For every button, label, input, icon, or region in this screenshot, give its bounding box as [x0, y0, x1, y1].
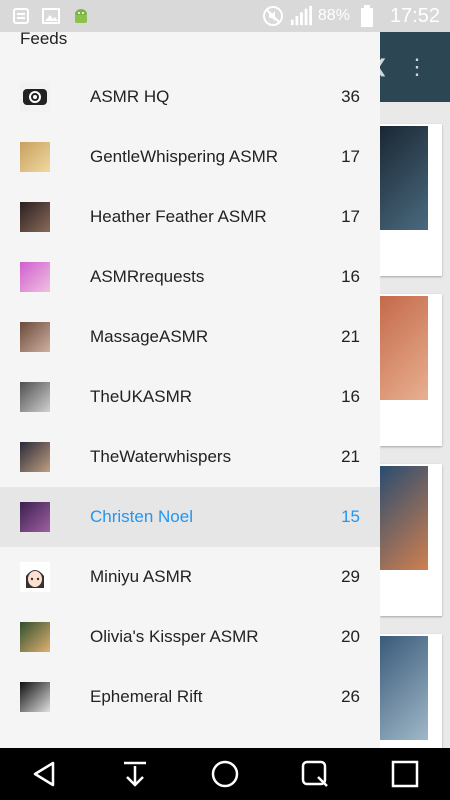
feed-name: ASMR HQ	[90, 87, 170, 106]
feed-count: 16	[341, 387, 360, 406]
search-icon[interactable]	[295, 754, 335, 794]
feed-name: Christen Noel	[90, 507, 193, 526]
feed-avatar	[20, 82, 50, 112]
video-thumbnail	[380, 466, 428, 570]
feed-count: 15	[341, 507, 360, 526]
feed-count: 17	[341, 207, 360, 226]
feed-name: ASMRrequests	[90, 267, 205, 286]
feed-avatar	[20, 502, 50, 532]
feed-avatar	[20, 382, 50, 412]
battery-percentage: 88%	[317, 7, 350, 24]
feed-count: 16	[341, 267, 360, 286]
back-icon[interactable]	[25, 754, 65, 794]
feed-name: TheUKASMR	[90, 387, 193, 406]
feed-count: 17	[341, 147, 360, 166]
navigation-bar	[0, 748, 450, 800]
feed-item[interactable]: Olivia's Kissper ASMR 20	[0, 607, 380, 667]
feed-avatar	[20, 262, 50, 292]
feed-item[interactable]: Heather Feather ASMR 17	[0, 187, 380, 247]
notes-icon	[10, 5, 32, 27]
feed-avatar	[20, 622, 50, 652]
android-icon	[70, 5, 92, 27]
feed-item[interactable]: MassageASMR 21	[0, 307, 380, 367]
feed-name: Olivia's Kissper ASMR	[90, 627, 259, 646]
video-thumbnail	[380, 126, 428, 230]
drawer-title: Feeds	[20, 32, 68, 48]
feed-count: 29	[341, 567, 360, 586]
clock: 17:52	[389, 4, 440, 27]
feed-name: Miniyu ASMR	[90, 567, 193, 586]
feed-item[interactable]: Christen Noel 15	[0, 487, 380, 547]
feed-item[interactable]: TheWaterwhispers 21	[0, 427, 380, 487]
status-bar: 88% 17:52	[0, 0, 450, 32]
feed-list: ASMR HQ 36 GentleWhispering ASMR 17 Heather …	[0, 67, 380, 727]
feed-name: TheWaterwhispers	[90, 447, 232, 466]
feed-avatar	[20, 562, 50, 592]
feed-name: MassageASMR	[90, 327, 209, 346]
overflow-menu-icon[interactable]: ⋮	[406, 54, 428, 80]
feed-count: 21	[341, 447, 360, 466]
feed-avatar	[20, 682, 50, 712]
feed-name: GentleWhispering ASMR	[90, 147, 279, 166]
feed-avatar	[20, 142, 50, 172]
recents-icon[interactable]	[385, 754, 425, 794]
feed-avatar	[20, 442, 50, 472]
feed-name: Heather Feather ASMR	[90, 207, 267, 226]
feed-count: 26	[341, 687, 360, 706]
mute-icon	[262, 5, 284, 27]
feed-count: 20	[341, 627, 360, 646]
feed-item[interactable]: TheUKASMR 16	[0, 367, 380, 427]
feed-avatar	[20, 202, 50, 232]
feed-count: 36	[341, 87, 360, 106]
feed-item[interactable]: ASMR HQ 36	[0, 67, 380, 127]
download-icon[interactable]	[115, 754, 155, 794]
feeds-drawer: Feeds ASMR HQ 36 GentleWhispering ASMR 17 He…	[0, 32, 380, 748]
battery-icon	[356, 5, 378, 27]
video-thumbnail	[380, 636, 428, 740]
feed-item[interactable]: GentleWhispering ASMR 17	[0, 127, 380, 187]
image-icon	[40, 5, 62, 27]
feed-avatar	[20, 322, 50, 352]
signal-icon	[290, 5, 312, 27]
home-icon[interactable]	[205, 754, 245, 794]
feed-count: 21	[341, 327, 360, 346]
feed-item[interactable]: Miniyu ASMR 29	[0, 547, 380, 607]
video-thumbnail	[380, 296, 428, 400]
feed-name: Ephemeral Rift	[90, 687, 203, 706]
feed-item[interactable]: Ephemeral Rift 26	[0, 667, 380, 727]
feed-item[interactable]: ASMRrequests 16	[0, 247, 380, 307]
